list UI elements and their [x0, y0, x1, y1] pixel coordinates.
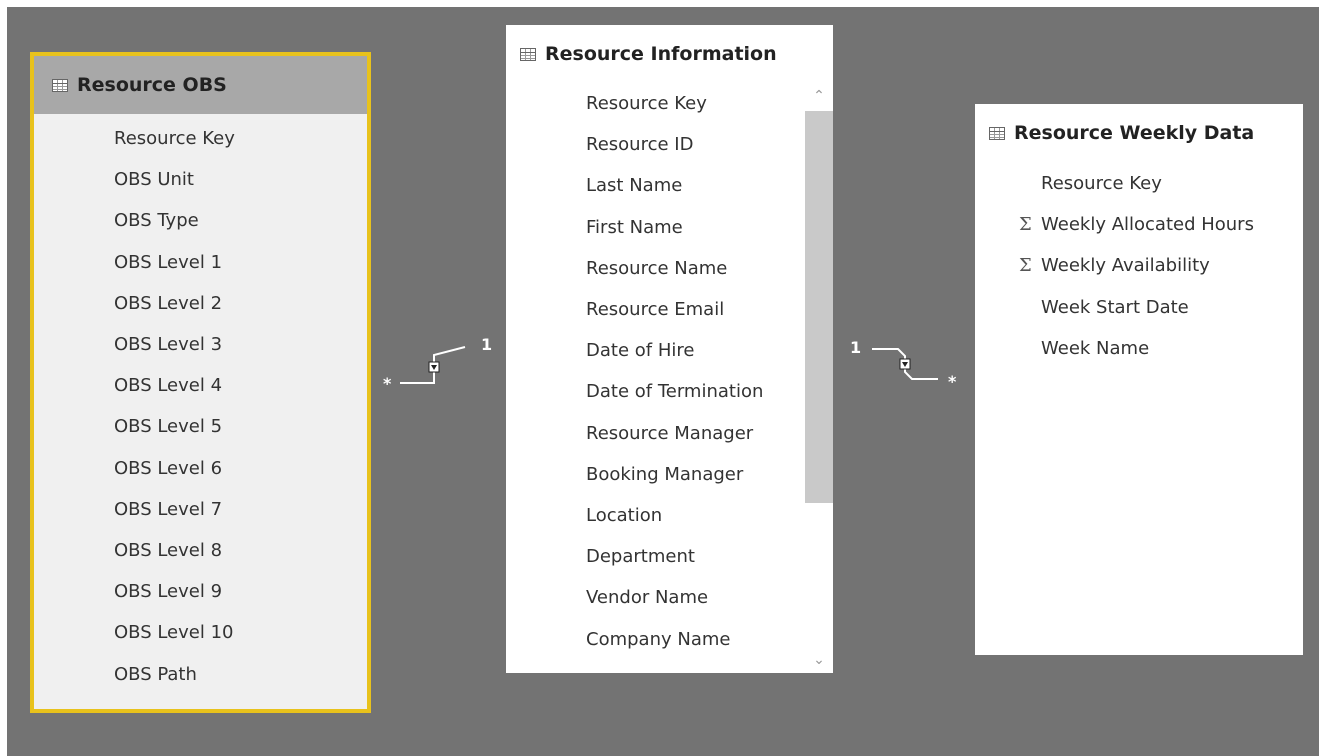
filter-direction-icon: [899, 358, 911, 370]
relationship-one-label: 1: [850, 338, 862, 357]
relationship-one-label: 1: [481, 335, 493, 354]
relationship-lines: [400, 346, 938, 384]
relationship-many-label: *: [383, 374, 392, 393]
relationship-many-label: *: [948, 372, 957, 391]
filter-direction-icon: [428, 361, 440, 373]
